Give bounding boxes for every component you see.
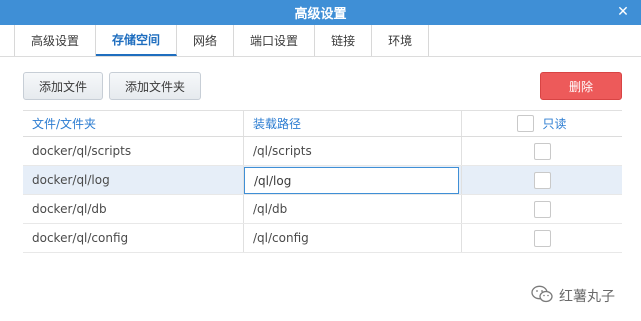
readonly-checkbox[interactable] bbox=[533, 171, 551, 189]
header-readonly-label: 只读 bbox=[542, 117, 567, 131]
title-bar: 高级设置 ✕ bbox=[0, 0, 641, 25]
tab-environment[interactable]: 环境 bbox=[372, 25, 430, 56]
folder-cell: docker/ql/scripts bbox=[32, 144, 132, 158]
mount-path-cell[interactable]: /ql/config bbox=[243, 224, 461, 252]
tab-divider bbox=[0, 56, 641, 57]
folder-cell: docker/ql/log bbox=[32, 173, 110, 187]
table-row[interactable]: docker/ql/scripts /ql/scripts bbox=[23, 137, 622, 166]
tab-storage[interactable]: 存储空间 bbox=[96, 25, 178, 56]
tab-bar: 高级设置 存储空间 网络 端口设置 链接 环境 bbox=[14, 25, 430, 56]
watermark: 红薯丸子 bbox=[531, 285, 615, 307]
table-row[interactable]: docker/ql/db /ql/db bbox=[23, 195, 622, 224]
header-mount-path[interactable]: 装载路径 bbox=[243, 111, 461, 136]
wechat-icon bbox=[531, 285, 553, 307]
mount-path-cell[interactable]: /ql/db bbox=[243, 195, 461, 223]
tab-links[interactable]: 链接 bbox=[315, 25, 373, 56]
readonly-checkbox[interactable] bbox=[533, 142, 551, 160]
readonly-cell bbox=[461, 224, 622, 252]
readonly-select-all-checkbox[interactable] bbox=[517, 115, 535, 132]
add-folder-button[interactable]: 添加文件夹 bbox=[109, 72, 201, 100]
readonly-checkbox[interactable] bbox=[533, 200, 551, 218]
readonly-cell bbox=[461, 195, 622, 223]
mount-path-input[interactable]: /ql/log bbox=[244, 167, 459, 194]
header-folder[interactable]: 文件/文件夹 bbox=[23, 111, 243, 136]
mount-path-cell[interactable]: /ql/scripts bbox=[243, 137, 461, 165]
tab-network[interactable]: 网络 bbox=[177, 25, 235, 56]
readonly-checkbox[interactable] bbox=[533, 229, 551, 247]
readonly-cell bbox=[461, 166, 622, 194]
close-icon[interactable]: ✕ bbox=[615, 4, 631, 20]
add-file-button[interactable]: 添加文件 bbox=[23, 72, 103, 100]
folder-cell: docker/ql/db bbox=[32, 202, 107, 216]
delete-button[interactable]: 删除 bbox=[540, 72, 622, 100]
watermark-text: 红薯丸子 bbox=[559, 289, 615, 305]
volume-table: 文件/文件夹 装载路径 只读 docker/ql/scripts /ql/scr… bbox=[23, 110, 622, 253]
table-header: 文件/文件夹 装载路径 只读 bbox=[23, 110, 622, 137]
advanced-settings-dialog: 高级设置 ✕ 高级设置 存储空间 网络 端口设置 链接 环境 添加文件 添加文件… bbox=[0, 0, 641, 321]
folder-cell: docker/ql/config bbox=[32, 231, 129, 245]
tab-port-settings[interactable]: 端口设置 bbox=[234, 25, 316, 56]
table-row[interactable]: docker/ql/config /ql/config bbox=[23, 224, 622, 253]
tab-advanced-settings[interactable]: 高级设置 bbox=[14, 25, 97, 56]
readonly-cell bbox=[461, 137, 622, 165]
dialog-title: 高级设置 bbox=[294, 7, 347, 22]
table-row[interactable]: docker/ql/log /ql/log bbox=[23, 166, 622, 195]
header-readonly: 只读 bbox=[461, 111, 622, 136]
